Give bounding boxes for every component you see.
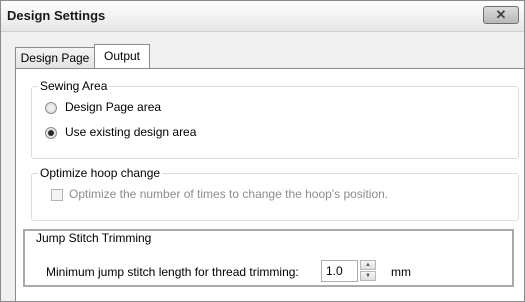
tab-design-page[interactable]: Design Page [15,47,95,68]
jump-stitch-length-label: Minimum jump stitch length for thread tr… [46,265,299,279]
optimize-hoop-group: Optimize hoop change Optimize the number… [31,166,519,221]
optimize-hoop-checkbox[interactable] [51,189,63,201]
output-tab-panel: Sewing Area Design Page area Use existin… [15,68,524,301]
spin-up-button[interactable]: ▲ [360,260,376,270]
title-bar: Design Settings ✕ [1,1,524,32]
jump-stitch-title: Jump Stitch Trimming [34,231,154,245]
window-title: Design Settings [7,8,106,23]
optimize-hoop-label: Optimize the number of times to change t… [69,187,389,201]
tab-output[interactable]: Output [94,44,150,68]
design-settings-dialog: Design Settings ✕ Design Page Output Sew… [0,0,525,302]
use-existing-design-area-radio[interactable] [45,127,57,139]
unit-label: mm [391,265,411,279]
jump-stitch-group: Jump Stitch Trimming Minimum jump stitch… [23,229,514,287]
sewing-area-group: Sewing Area Design Page area Use existin… [31,79,519,159]
spin-down-button[interactable]: ▼ [360,271,376,281]
tab-design-page-label: Design Page [20,51,90,65]
tab-output-label: Output [103,49,141,63]
close-button[interactable]: ✕ [483,6,519,24]
close-icon: ✕ [495,7,507,22]
design-page-area-radio[interactable] [45,102,57,114]
optimize-hoop-title: Optimize hoop change [38,166,163,180]
design-page-area-label[interactable]: Design Page area [65,100,161,114]
sewing-area-title: Sewing Area [38,79,110,93]
use-existing-design-area-label[interactable]: Use existing design area [65,125,196,139]
jump-stitch-length-input[interactable] [321,260,358,282]
